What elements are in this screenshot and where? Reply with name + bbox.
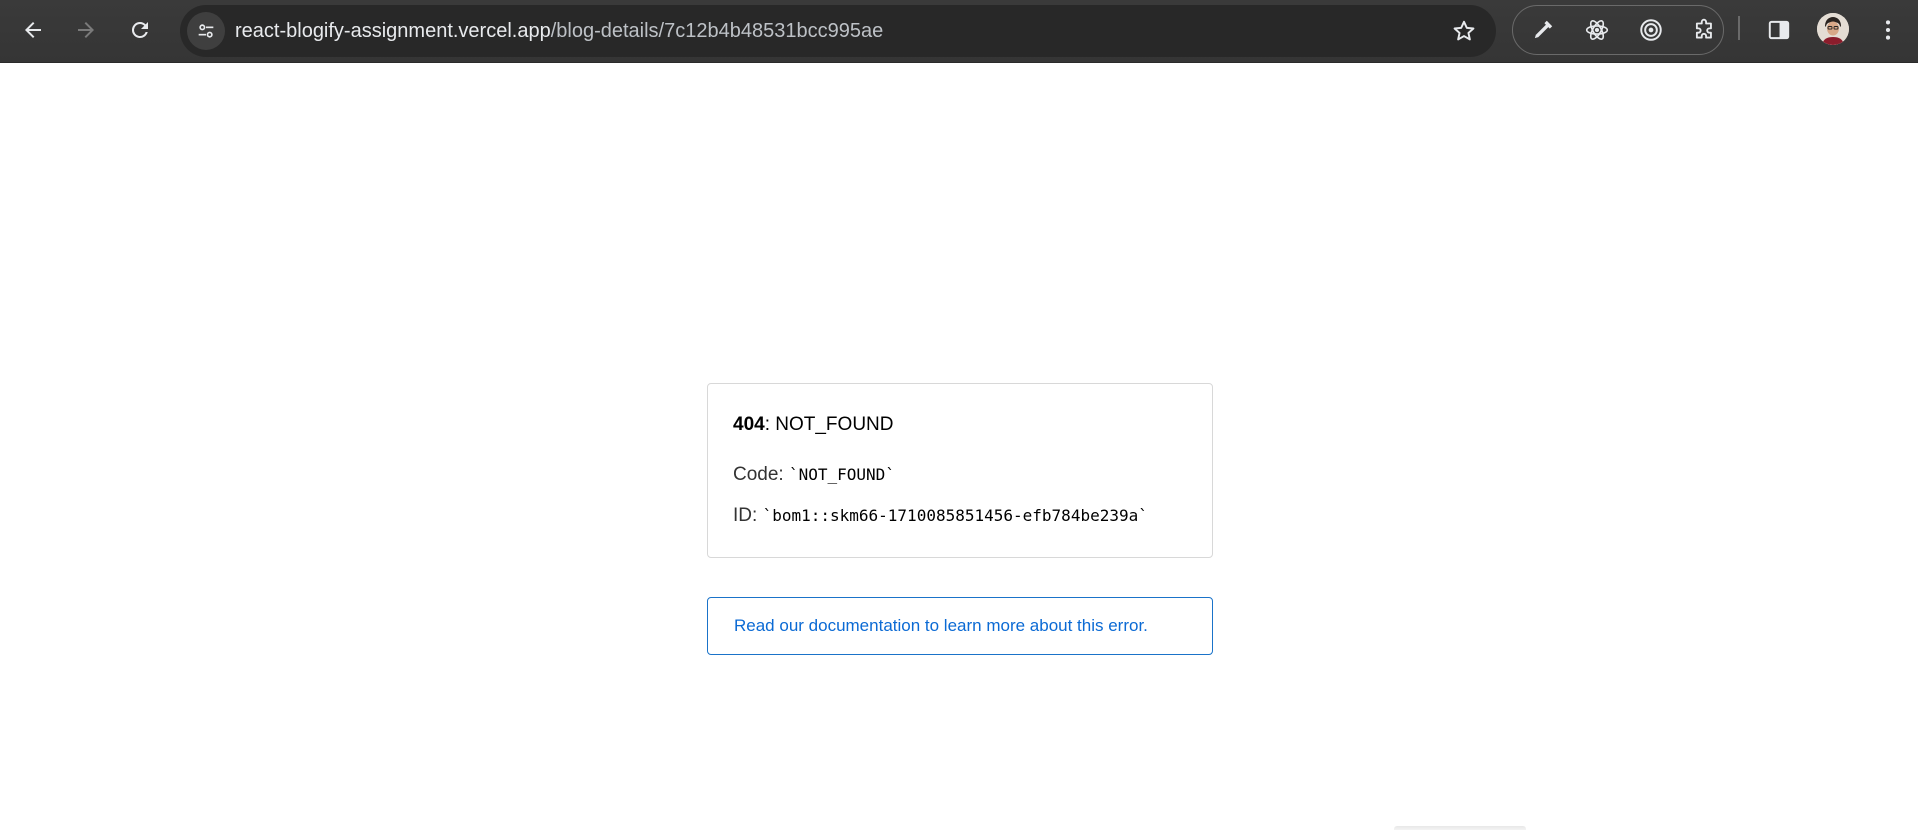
- url-path: /blog-details/7c12b4b48531bcc995ae: [550, 20, 884, 42]
- address-bar[interactable]: react-blogify-assignment.vercel.app/blog…: [180, 5, 1496, 57]
- forward-button[interactable]: [64, 8, 108, 52]
- react-atom-icon: [1585, 20, 1609, 40]
- documentation-box: Read our documentation to learn more abo…: [707, 597, 1213, 655]
- profile-avatar[interactable]: [1817, 13, 1849, 45]
- error-title: 404: NOT_FOUND: [733, 414, 893, 436]
- side-panel-button[interactable]: [1759, 10, 1799, 50]
- error-id-line: ID: `bom1::skm66-1710085851456-efb784be2…: [733, 505, 1148, 527]
- url-text[interactable]: react-blogify-assignment.vercel.app/blog…: [235, 5, 883, 57]
- browser-toolbar: react-blogify-assignment.vercel.app/blog…: [0, 0, 1918, 63]
- error-code-value: `NOT_FOUND`: [788, 465, 895, 484]
- error-code-label: Code:: [733, 464, 789, 485]
- puzzle-icon: [1695, 18, 1712, 39]
- menu-button[interactable]: [1868, 10, 1908, 50]
- back-button[interactable]: [11, 8, 55, 52]
- arrow-right-icon: [78, 22, 94, 38]
- reload-button[interactable]: [118, 8, 162, 52]
- bottom-edge-element: [1394, 826, 1526, 830]
- side-panel-icon: [1768, 20, 1790, 40]
- extensions-button[interactable]: [1687, 12, 1723, 48]
- target-extension[interactable]: [1633, 12, 1669, 48]
- error-status-code: 404: [733, 414, 765, 435]
- color-picker-icon: [1534, 20, 1553, 39]
- bookmark-button[interactable]: [1446, 13, 1482, 49]
- avatar-image: [1817, 13, 1849, 45]
- error-id-label: ID:: [733, 505, 763, 526]
- toolbar-divider: [1738, 16, 1740, 40]
- error-status-text: : NOT_FOUND: [764, 414, 894, 435]
- url-host: react-blogify-assignment.vercel.app: [235, 20, 551, 42]
- site-info-button[interactable]: [187, 12, 225, 50]
- extensions-group: [1512, 5, 1724, 55]
- reload-icon: [131, 21, 148, 38]
- kebab-menu-icon: [1885, 20, 1891, 40]
- arrow-left-icon: [25, 22, 41, 38]
- error-id-value: `bom1::skm66-1710085851456-efb784be239a`: [762, 506, 1148, 525]
- documentation-link[interactable]: Read our documentation to learn more abo…: [734, 598, 1148, 653]
- color-picker-extension[interactable]: [1525, 12, 1561, 48]
- error-code-line: Code: `NOT_FOUND`: [733, 464, 895, 486]
- target-icon: [1640, 19, 1662, 41]
- tune-icon: [198, 24, 214, 38]
- error-card: 404: NOT_FOUND Code: `NOT_FOUND` ID: `bo…: [707, 383, 1213, 558]
- react-devtools-extension[interactable]: [1579, 12, 1615, 48]
- star-icon: [1453, 20, 1475, 41]
